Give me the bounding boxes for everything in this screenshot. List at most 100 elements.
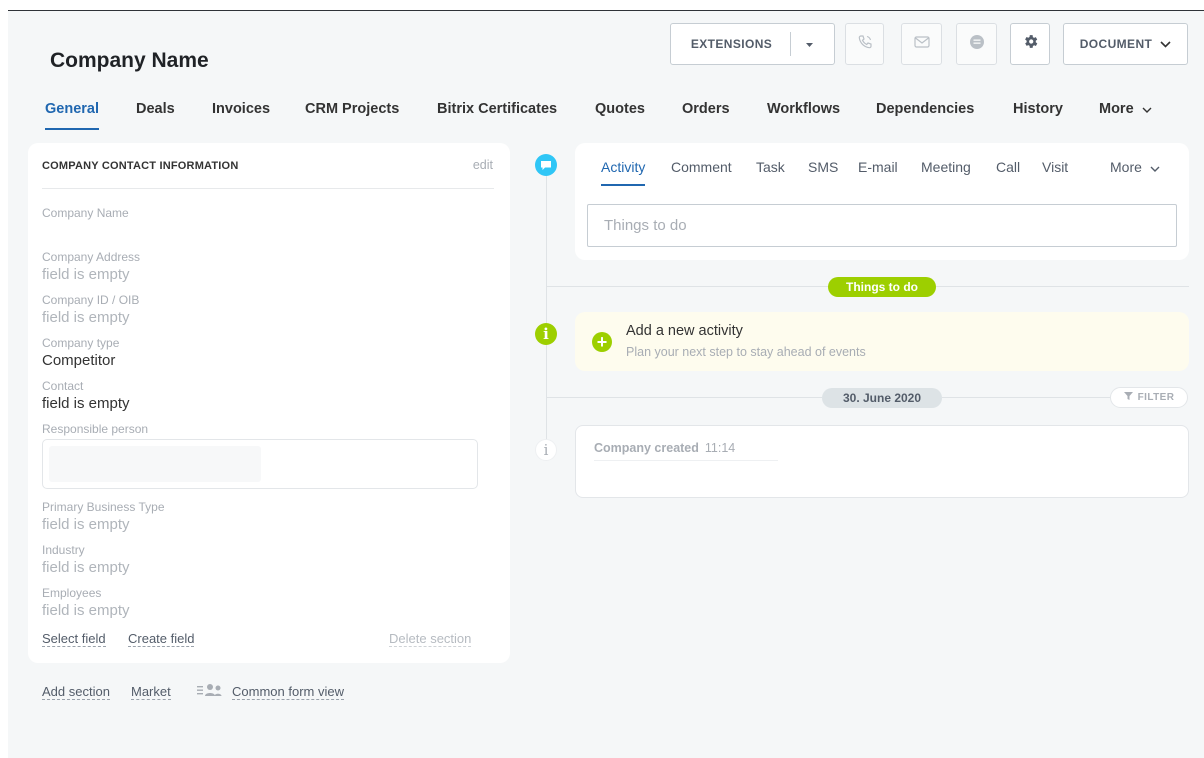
tab-label: CRM Projects [305,101,400,117]
timeline-divider [546,286,828,287]
filter-label: FILTER [1137,392,1175,403]
activity-tab-sms[interactable]: SMS [808,159,838,175]
section-title: COMPANY CONTACT INFORMATION [42,160,239,172]
phone-button[interactable] [845,23,884,65]
field-value-industry[interactable]: field is empty [42,559,130,576]
things-to-do-badge: Things to do [828,277,936,297]
activity-tab-call[interactable]: Call [996,159,1020,175]
history-item-underline [594,460,778,461]
caret-down-icon[interactable] [805,35,814,53]
info-icon: i [535,323,557,345]
crm-company-page: Company Name EXTENSIONS DOCUMENT General… [8,10,1204,758]
timeline-line [546,171,547,461]
tab-general[interactable]: General [45,101,99,130]
tab-label: More [1099,101,1134,117]
add-section-link[interactable]: Add section [42,684,110,700]
timeline-divider [942,397,1110,398]
section-divider [42,188,494,189]
filter-icon [1123,392,1133,403]
tab-crm-projects[interactable]: CRM Projects [305,101,399,117]
add-activity-title: Add a new activity [626,323,743,339]
chat-button[interactable] [956,23,997,65]
page-title: Company Name [50,49,209,72]
extensions-label: EXTENSIONS [690,37,773,51]
tab-label: Quotes [595,101,645,117]
tab-dependencies[interactable]: Dependencies [876,101,974,117]
activity-editor: Activity Comment Task SMS E-mail Meeting… [575,143,1189,260]
field-value-company-type[interactable]: Competitor [42,352,115,369]
date-badge: 30. June 2020 [822,388,942,408]
comment-icon [535,154,557,176]
settings-button[interactable] [1010,23,1050,65]
plus-icon[interactable]: + [592,332,612,352]
tab-label: History [1013,101,1063,117]
tab-label: Workflows [767,101,841,117]
phone-icon [857,34,873,55]
history-item-label: Company created [594,441,699,455]
field-label-primary-business-type: Primary Business Type [42,500,165,514]
chevron-down-icon [1150,159,1160,175]
add-activity-subtitle: Plan your next step to stay ahead of eve… [626,345,866,359]
field-label-company-id: Company ID / OIB [42,293,140,307]
field-label-company-name: Company Name [42,206,129,220]
tab-label: General [45,101,99,117]
field-value-primary-business-type[interactable]: field is empty [42,516,130,533]
filter-button[interactable]: FILTER [1110,387,1188,408]
activity-tab-more[interactable]: More [1110,159,1160,175]
activity-tab-meeting[interactable]: Meeting [921,159,971,175]
tab-invoices[interactable]: Invoices [212,101,270,117]
people-icon [197,683,227,702]
tab-workflows[interactable]: Workflows [767,101,840,117]
activity-tab-visit[interactable]: Visit [1042,159,1068,175]
email-button[interactable] [901,23,942,65]
document-button[interactable]: DOCUMENT [1063,23,1188,65]
add-activity-card[interactable]: + Add a new activity Plan your next step… [575,312,1189,371]
field-value-company-id[interactable]: field is empty [42,309,130,326]
tab-quotes[interactable]: Quotes [595,101,645,117]
tab-label: Orders [682,101,730,117]
history-item-time: 11:14 [704,441,736,455]
activity-tab-comment[interactable]: Comment [671,159,732,175]
tab-more[interactable]: More [1099,101,1152,117]
field-label-employees: Employees [42,586,102,600]
tab-history[interactable]: History [1013,101,1063,117]
activity-tab-activity[interactable]: Activity [601,159,646,186]
field-value-company-address[interactable]: field is empty [42,266,130,283]
chevron-down-icon [1142,101,1152,117]
field-label-responsible-person: Responsible person [42,422,149,436]
field-value-employees[interactable]: field is empty [42,602,130,619]
responsible-person-box[interactable] [42,439,478,489]
document-label: DOCUMENT [1079,37,1153,51]
field-label-company-address: Company Address [42,250,141,264]
history-item-text: Company created 11:14 [594,441,735,455]
tab-label: Invoices [212,101,271,117]
responsible-person-placeholder [49,446,261,482]
tab-bitrix-certificates[interactable]: Bitrix Certificates [437,101,557,117]
activity-tab-more-label: More [1110,159,1142,175]
tab-deals[interactable]: Deals [136,101,175,117]
market-link[interactable]: Market [131,684,171,700]
select-field-link[interactable]: Select field [42,631,106,647]
tab-orders[interactable]: Orders [682,101,730,117]
activity-tab-task[interactable]: Task [756,159,785,175]
activity-tab-email[interactable]: E-mail [858,159,898,175]
gear-icon [1022,33,1039,55]
field-label-contact: Contact [42,379,84,393]
history-item: Company created 11:14 [575,425,1189,498]
common-form-view-link[interactable]: Common form view [232,684,344,700]
extensions-button[interactable]: EXTENSIONS [670,23,835,65]
entity-tabs: General Deals Invoices CRM Projects Bitr… [8,101,1204,133]
things-to-do-input[interactable]: Things to do [587,204,1177,247]
mail-icon [913,35,930,53]
field-value-contact[interactable]: field is empty [42,395,130,412]
timeline-divider [546,397,822,398]
company-contact-section: COMPANY CONTACT INFORMATION edit Company… [28,143,510,663]
delete-section-link[interactable]: Delete section [389,631,472,647]
section-edit-link[interactable]: edit [473,158,493,172]
chevron-down-icon [1160,35,1171,53]
field-label-industry: Industry [42,543,85,557]
timeline-divider [936,286,1189,287]
tab-label: Deals [136,101,175,117]
create-field-link[interactable]: Create field [128,631,195,647]
info-icon: i [535,439,557,461]
